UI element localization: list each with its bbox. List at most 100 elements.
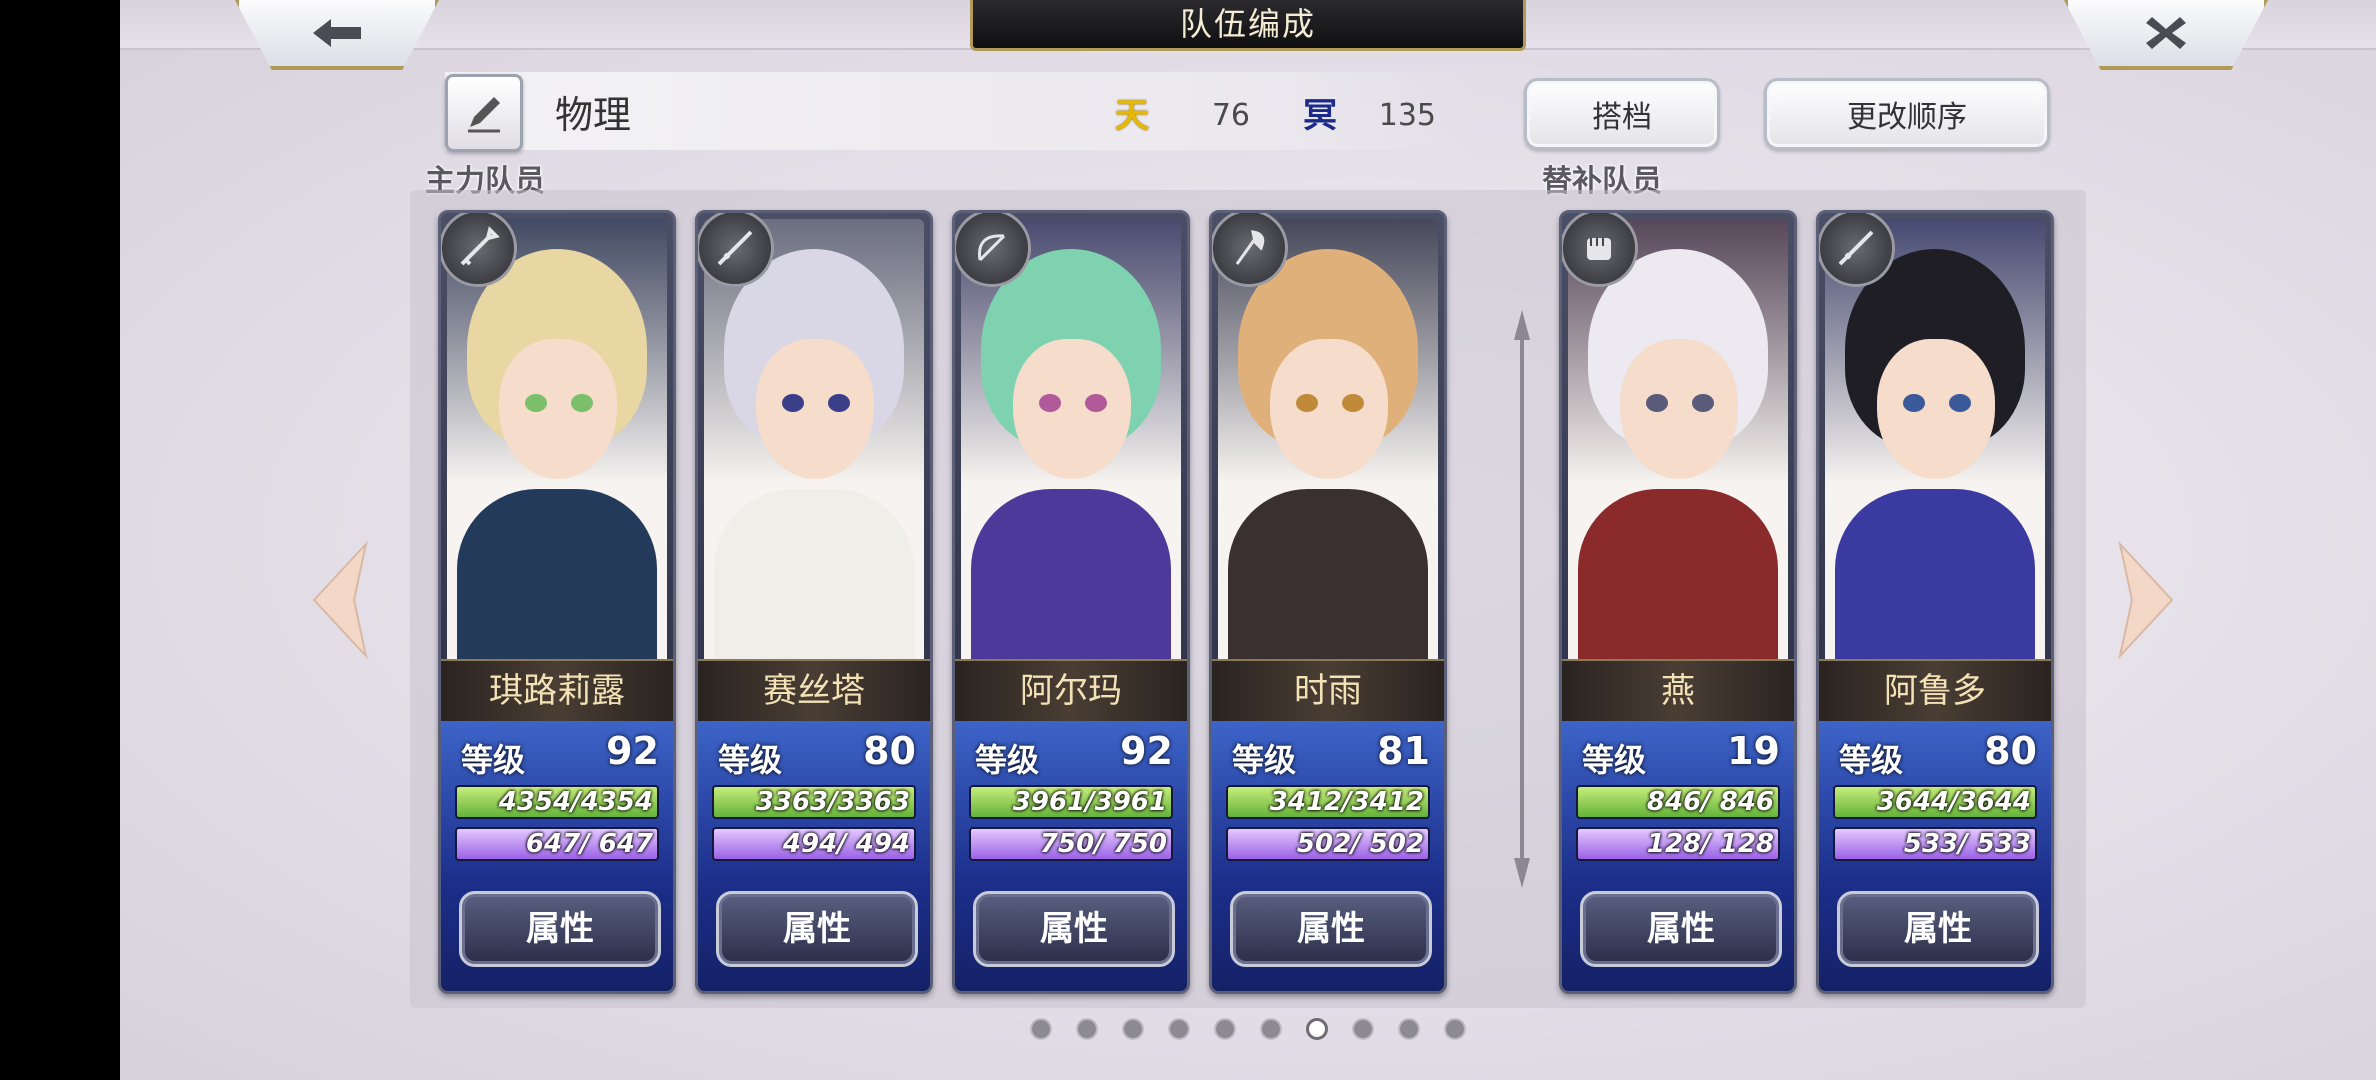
mp-value: 750/ 750 — [1039, 829, 1167, 859]
attribute-button[interactable]: 属性 — [459, 891, 661, 967]
attribute-button[interactable]: 属性 — [973, 891, 1175, 967]
character-stats: 等级 92 4354/4354 647/ 647 属性 — [441, 721, 673, 991]
sword-icon — [717, 230, 753, 266]
mp-bar: 128/ 128 — [1576, 827, 1780, 861]
hp-bar: 3363/3363 — [712, 785, 916, 819]
level-label: 等级 — [461, 741, 526, 779]
character-name: 琪路莉露 — [441, 659, 673, 723]
attribute-button[interactable]: 属性 — [1580, 891, 1782, 967]
close-button[interactable] — [2064, 0, 2268, 70]
character-stats: 等级 92 3961/3961 750/ 750 属性 — [955, 721, 1187, 991]
prev-page-arrow-icon[interactable] — [310, 540, 370, 660]
page-dot[interactable] — [1352, 1018, 1374, 1040]
character-stats: 等级 80 3363/3363 494/ 494 属性 — [698, 721, 930, 991]
page-dot[interactable] — [1214, 1018, 1236, 1040]
level-value: 19 — [1727, 729, 1780, 773]
mp-value: 494/ 494 — [782, 829, 910, 859]
level-value: 80 — [1984, 729, 2037, 773]
page-title: 队伍编成 — [970, 0, 1526, 51]
edit-team-name-button[interactable] — [445, 74, 523, 152]
page-dot[interactable] — [1444, 1018, 1466, 1040]
member-card[interactable]: 燕 等级 19 846/ 846 128/ 128 属性 — [1559, 210, 1797, 994]
heaven-icon: 天 — [1115, 95, 1149, 136]
level-label: 等级 — [975, 741, 1040, 779]
mp-value: 128/ 128 — [1646, 829, 1774, 859]
attribute-button[interactable]: 属性 — [1837, 891, 2039, 967]
member-card[interactable]: 赛丝塔 等级 80 3363/3363 494/ 494 属性 — [695, 210, 933, 994]
level-label: 等级 — [1582, 741, 1647, 779]
team-formation-screen: 队伍编成 物理 天 76 冥 135 搭档 更改顺序 主力队员 替补队员 琪路莉… — [120, 0, 2376, 1080]
underworld-icon: 冥 — [1303, 95, 1337, 136]
page-dot[interactable] — [1030, 1018, 1052, 1040]
page-dot[interactable] — [1260, 1018, 1282, 1040]
character-name: 赛丝塔 — [698, 659, 930, 723]
team-name: 物理 — [555, 93, 632, 137]
mp-value: 647/ 647 — [525, 829, 653, 859]
weapon-badge — [698, 213, 774, 287]
hp-value: 846/ 846 — [1646, 787, 1774, 817]
character-stats: 等级 81 3412/3412 502/ 502 属性 — [1212, 721, 1444, 991]
mp-bar: 494/ 494 — [712, 827, 916, 861]
sword-icon — [1838, 230, 1874, 266]
pen-icon — [468, 97, 500, 133]
member-card[interactable]: 阿鲁多 等级 80 3644/3644 533/ 533 属性 — [1816, 210, 2054, 994]
hp-value: 3363/3363 — [755, 787, 910, 817]
character-name: 阿鲁多 — [1819, 659, 2051, 723]
level-value: 81 — [1377, 729, 1430, 773]
page-indicator — [120, 1018, 2376, 1040]
page-dot[interactable] — [1122, 1018, 1144, 1040]
hp-value: 4354/4354 — [498, 787, 653, 817]
swap-divider — [1514, 310, 1530, 888]
weapon-badge — [1819, 213, 1895, 287]
level-label: 等级 — [718, 741, 783, 779]
page-dot[interactable] — [1398, 1018, 1420, 1040]
character-stats: 等级 19 846/ 846 128/ 128 属性 — [1562, 721, 1794, 991]
page-dot[interactable] — [1168, 1018, 1190, 1040]
level-value: 80 — [863, 729, 916, 773]
level-value: 92 — [1120, 729, 1173, 773]
arrow-left-icon — [313, 19, 361, 47]
character-name: 燕 — [1562, 659, 1794, 723]
character-name: 阿尔玛 — [955, 659, 1187, 723]
page-dot[interactable] — [1306, 1018, 1328, 1040]
attribute-button[interactable]: 属性 — [716, 891, 918, 967]
hp-bar: 3961/3961 — [969, 785, 1173, 819]
level-label: 等级 — [1839, 741, 1904, 779]
mp-value: 533/ 533 — [1903, 829, 2031, 859]
character-name: 时雨 — [1212, 659, 1444, 723]
weapon-badge — [441, 213, 517, 287]
weapon-badge — [1212, 213, 1288, 287]
mp-bar: 647/ 647 — [455, 827, 659, 861]
weapon-badge — [955, 213, 1031, 287]
hp-bar: 3412/3412 — [1226, 785, 1430, 819]
member-card[interactable]: 时雨 等级 81 3412/3412 502/ 502 属性 — [1209, 210, 1447, 994]
hp-value: 3644/3644 — [1876, 787, 2031, 817]
hp-value: 3412/3412 — [1269, 787, 1424, 817]
member-card[interactable]: 琪路莉露 等级 92 4354/4354 647/ 647 属性 — [438, 210, 676, 994]
mp-value: 502/ 502 — [1296, 829, 1424, 859]
level-value: 92 — [606, 729, 659, 773]
axe-icon — [1235, 230, 1265, 265]
hp-bar: 4354/4354 — [455, 785, 659, 819]
member-card[interactable]: 阿尔玛 等级 92 3961/3961 750/ 750 属性 — [952, 210, 1190, 994]
hp-bar: 846/ 846 — [1576, 785, 1780, 819]
weapon-badge — [1562, 213, 1638, 287]
underworld-value: 135 — [1378, 98, 1436, 133]
partner-button[interactable]: 搭档 — [1524, 78, 1720, 150]
level-label: 等级 — [1232, 741, 1297, 779]
fist-icon — [1587, 238, 1611, 260]
next-page-arrow-icon[interactable] — [2116, 540, 2176, 660]
close-icon — [2146, 17, 2186, 49]
mp-bar: 502/ 502 — [1226, 827, 1430, 861]
reorder-button[interactable]: 更改顺序 — [1764, 78, 2050, 150]
mp-bar: 533/ 533 — [1833, 827, 2037, 861]
page-dot[interactable] — [1076, 1018, 1098, 1040]
heaven-value: 76 — [1211, 98, 1250, 133]
hp-bar: 3644/3644 — [1833, 785, 2037, 819]
attribute-button[interactable]: 属性 — [1230, 891, 1432, 967]
hp-value: 3961/3961 — [1012, 787, 1167, 817]
mp-bar: 750/ 750 — [969, 827, 1173, 861]
back-button[interactable] — [235, 0, 439, 70]
character-stats: 等级 80 3644/3644 533/ 533 属性 — [1819, 721, 2051, 991]
spear-icon — [460, 226, 500, 266]
